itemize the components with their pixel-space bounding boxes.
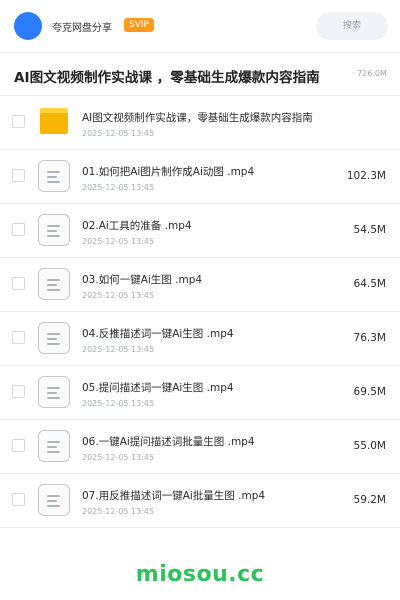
- checkbox[interactable]: [12, 169, 25, 182]
- file-icon: [38, 430, 70, 462]
- item-name: 04.反推描述词一键Ai生图 .mp4: [82, 328, 234, 340]
- folder-icon: [40, 108, 68, 134]
- item-date: 2025-12-05 13:45: [82, 345, 155, 354]
- item-date: 2025-12-05 13:45: [82, 237, 155, 246]
- file-icon: [38, 484, 70, 516]
- list-item-file[interactable]: 02.Ai工具的准备 .mp4 2025-12-05 13:45 54.5M: [0, 204, 400, 258]
- share-name: 夸克网盘分享: [52, 23, 112, 34]
- item-date: 2025-12-05 13:45: [82, 291, 155, 300]
- item-size: 102.3M: [346, 170, 386, 182]
- item-date: 2025-12-05 13:45: [82, 183, 155, 192]
- item-date: 2025-12-05 13:45: [82, 507, 155, 516]
- item-name: 02.Ai工具的准备 .mp4: [82, 220, 192, 232]
- item-name: 05.提问描述词一键Ai生图 .mp4: [82, 382, 234, 394]
- item-size: 54.5M: [353, 224, 386, 236]
- header: 夸克网盘分享 SVIP 搜索: [0, 0, 400, 52]
- item-size: 59.2M: [353, 494, 386, 506]
- list-item-file[interactable]: 05.提问描述词一键Ai生图 .mp4 2025-12-05 13:45 69.…: [0, 366, 400, 420]
- item-size: 69.5M: [353, 386, 386, 398]
- file-icon: [38, 214, 70, 246]
- checkbox[interactable]: [12, 331, 25, 344]
- header-divider: [0, 52, 400, 53]
- file-icon: [38, 268, 70, 300]
- item-size: 55.0M: [353, 440, 386, 452]
- item-date: 2025-12-05 13:45: [82, 453, 155, 462]
- file-list: AI图文视频制作实战课，零基础生成爆款内容指南 2025-12-05 13:45…: [0, 96, 400, 528]
- checkbox[interactable]: [12, 439, 25, 452]
- item-date: 2025-12-05 13:45: [82, 399, 155, 408]
- item-size: 76.3M: [353, 332, 386, 344]
- checkbox[interactable]: [12, 493, 25, 506]
- folder-title-row: AI图文视频制作实战课 ，零基础生成爆款内容指南 · 726.0M: [14, 60, 394, 90]
- watermark: miosou.cc: [135, 562, 265, 587]
- list-item-file[interactable]: 06.一键Ai提问描述词批量生图 .mp4 2025-12-05 13:45 5…: [0, 420, 400, 474]
- file-icon: [38, 160, 70, 192]
- checkbox[interactable]: [12, 223, 25, 236]
- item-name: 03.如何一键Ai生图 .mp4: [82, 274, 203, 286]
- list-item-file[interactable]: 04.反推描述词一键Ai生图 .mp4 2025-12-05 13:45 76.…: [0, 312, 400, 366]
- file-icon: [38, 322, 70, 354]
- avatar[interactable]: [14, 12, 42, 40]
- item-size: 64.5M: [353, 278, 386, 290]
- search-button[interactable]: 搜索: [316, 12, 388, 40]
- checkbox[interactable]: [12, 115, 25, 128]
- file-icon: [38, 376, 70, 408]
- list-item-file[interactable]: 07.用反推描述词一键Ai批量生图 .mp4 2025-12-05 13:45 …: [0, 474, 400, 528]
- checkbox[interactable]: [12, 277, 25, 290]
- item-name: 06.一键Ai提问描述词批量生图 .mp4: [82, 436, 255, 448]
- item-name: 01.如何把Ai图片制作成Ai动图 .mp4: [82, 166, 255, 178]
- checkbox[interactable]: [12, 385, 25, 398]
- list-item-folder[interactable]: AI图文视频制作实战课，零基础生成爆款内容指南 2025-12-05 13:45: [0, 96, 400, 150]
- list-item-file[interactable]: 01.如何把Ai图片制作成Ai动图 .mp4 2025-12-05 13:45 …: [0, 150, 400, 204]
- folder-total-size: · 726.0M: [352, 69, 387, 78]
- folder-title: AI图文视频制作实战课 ，零基础生成爆款内容指南: [14, 70, 320, 86]
- item-name: AI图文视频制作实战课，零基础生成爆款内容指南: [82, 112, 313, 124]
- item-date: 2025-12-05 13:45: [82, 129, 155, 138]
- list-item-file[interactable]: 03.如何一键Ai生图 .mp4 2025-12-05 13:45 64.5M: [0, 258, 400, 312]
- item-name: 07.用反推描述词一键Ai批量生图 .mp4: [82, 490, 266, 502]
- svip-badge: SVIP: [124, 18, 154, 32]
